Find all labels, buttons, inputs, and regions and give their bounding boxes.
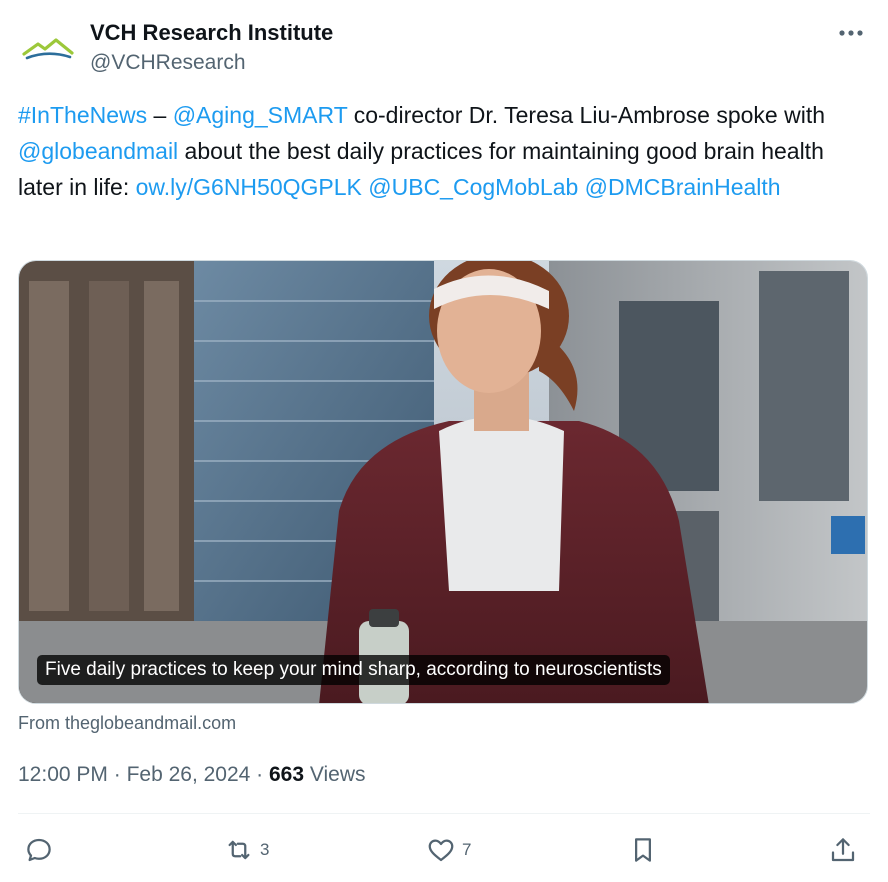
meta-separator: · [113,763,127,786]
retweet-icon [228,840,250,860]
handle[interactable]: @VCHResearch [90,48,333,78]
divider [18,813,870,814]
tweet-link[interactable]: @DMCBrainHealth [585,174,781,200]
views-label: Views [309,763,366,786]
tweet-link[interactable]: @globeandmail [18,138,178,164]
tweet-link[interactable]: @UBC_CogMobLab [368,174,578,200]
avatar[interactable] [18,20,78,80]
account-names: VCH Research Institute @VCHResearch [90,18,333,78]
tweet-text-segment: co-director Dr. Teresa Liu-Ambrose spoke… [347,102,825,128]
tweet-meta: 12:00 PM · Feb 26, 2024 · 663 Views [18,760,366,790]
reply-icon [27,838,51,862]
article-photo [19,261,867,703]
like-count: 7 [462,840,472,859]
link-card[interactable]: Five daily practices to keep your mind s… [18,260,868,704]
tweet-date[interactable]: Feb 26, 2024 [127,763,251,786]
tweet-link[interactable]: ow.ly/G6NH50QGPLK [136,174,362,200]
tweet-header: VCH Research Institute @VCHResearch [18,16,870,82]
reply-button[interactable] [24,832,54,868]
like-button[interactable]: 7 [426,832,471,868]
retweet-button[interactable]: 3 [224,832,269,868]
more-horizontal-icon [839,30,863,36]
tweet-text: #InTheNews – @Aging_SMART co-director Dr… [18,97,870,205]
more-button[interactable] [834,18,868,48]
card-caption: Five daily practices to keep your mind s… [37,655,670,685]
display-name[interactable]: VCH Research Institute [90,18,333,48]
heart-icon [428,839,454,862]
retweet-count: 3 [260,840,270,859]
bookmark-button[interactable] [628,832,658,868]
bookmark-icon [635,838,651,862]
card-source[interactable]: From theglobeandmail.com [18,711,236,735]
meta-separator: · [256,763,269,786]
tweet-time[interactable]: 12:00 PM [18,763,108,786]
tweet-link[interactable]: #InTheNews [18,102,147,128]
vch-mountain-logo-icon [22,38,74,60]
share-button[interactable] [828,832,858,868]
action-bar: 3 7 [0,826,888,876]
tweet-link[interactable]: @Aging_SMART [173,102,348,128]
tweet-text-segment: – [147,102,173,128]
share-icon [831,838,855,862]
views-count: 663 [269,763,310,786]
